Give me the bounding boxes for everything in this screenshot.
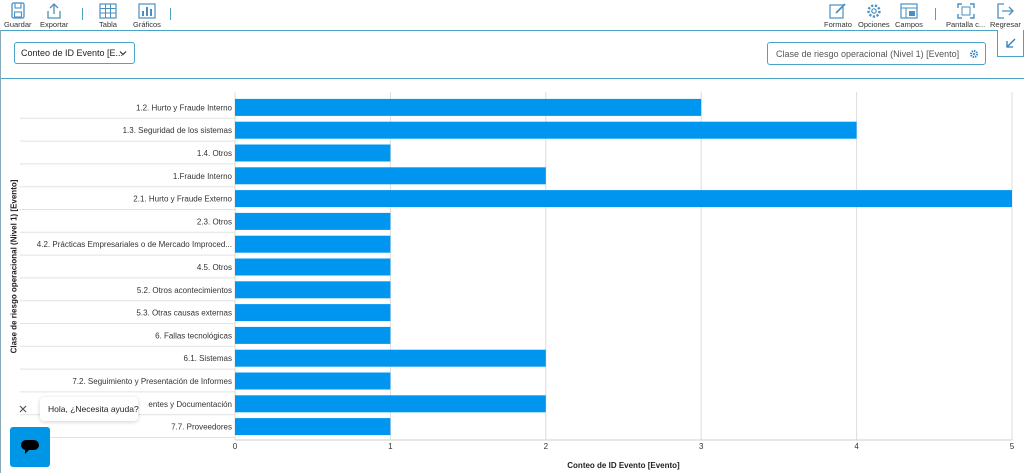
y-axis-label: Clase de riesgo operacional (Nivel 1) [E… [9, 179, 19, 354]
bar-chart: 0 1 2 3 4 5 1.2. Hurto y Fraude Interno 1.3. Se… [20, 92, 1015, 451]
x-tick-label: 2 [544, 442, 549, 451]
bar [235, 395, 546, 413]
bar [235, 349, 546, 367]
y-tick-label: 7.2. Seguimiento y Presentación de Infor… [72, 377, 232, 386]
bar [235, 326, 391, 344]
x-tick-label: 0 [233, 442, 238, 451]
y-tick-label: 1.4. Otros [197, 149, 232, 158]
bar [235, 98, 702, 116]
y-tick-label: 1.2. Hurto y Fraude Interno [136, 103, 233, 112]
y-tick-label: entes y Documentación [148, 400, 232, 409]
close-icon[interactable] [16, 402, 30, 416]
x-tick-label: 4 [854, 442, 859, 451]
bar [235, 190, 1012, 208]
y-tick-label: 2.3. Otros [197, 217, 232, 226]
y-tick-label: 5.2. Otros acontecimientos [137, 286, 232, 295]
bar [235, 167, 546, 185]
y-tick-label: 4.2. Prácticas Empresariales o de Mercad… [37, 240, 232, 249]
x-tick-label: 3 [699, 442, 704, 451]
bar [235, 304, 391, 322]
bar [235, 144, 391, 162]
y-tick-label: 7.7. Proveedores [171, 423, 232, 432]
x-axis-label: Conteo de ID Evento [Evento] [567, 461, 680, 470]
chat-message: Hola, ¿Necesita ayuda? [48, 404, 139, 414]
y-tick-label: 1.Fraude Interno [173, 172, 233, 181]
bar [235, 258, 391, 276]
x-tick-label: 1 [388, 442, 393, 451]
y-tick-label: 4.5. Otros [197, 263, 232, 272]
bar [235, 418, 391, 436]
x-tick-label: 5 [1010, 442, 1015, 451]
bar [235, 372, 391, 390]
chat-icon [21, 440, 39, 454]
bar [235, 212, 391, 230]
y-tick-label: 6. Fallas tecnológicas [155, 331, 232, 340]
y-tick-label: 1.3. Seguridad de los sistemas [123, 126, 232, 135]
bar [235, 281, 391, 299]
bar [235, 121, 857, 139]
bar [235, 235, 391, 253]
chat-button[interactable] [10, 427, 50, 467]
chat-greeting[interactable]: Hola, ¿Necesita ayuda? [40, 397, 139, 421]
y-tick-label: 6.1. Sistemas [184, 354, 232, 363]
y-tick-label: 2.1. Hurto y Fraude Externo [133, 195, 232, 204]
y-tick-label: 5.3. Otras causas externas [136, 309, 232, 318]
